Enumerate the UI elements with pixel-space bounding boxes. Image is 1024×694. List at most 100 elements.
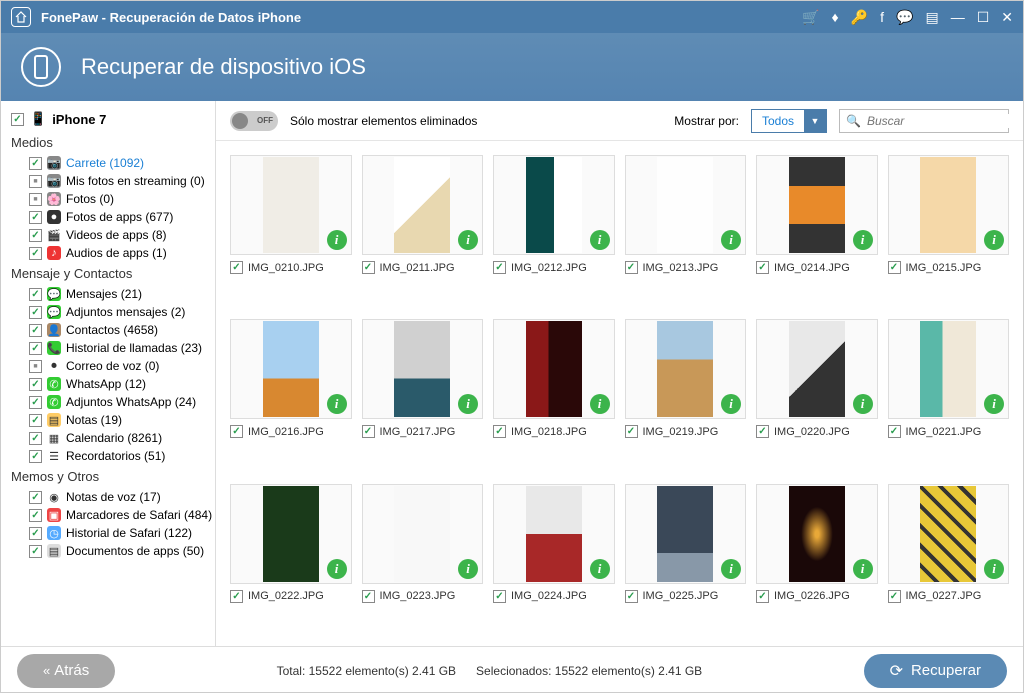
info-icon[interactable]: i <box>853 559 873 579</box>
checkbox[interactable] <box>29 211 42 224</box>
thumbnail-checkbox[interactable] <box>493 261 506 274</box>
info-icon[interactable]: i <box>327 230 347 250</box>
thumbnail-card[interactable]: iIMG_0215.JPG <box>888 155 1010 303</box>
facebook-icon[interactable]: f <box>880 9 884 25</box>
checkbox[interactable] <box>29 342 42 355</box>
thumbnail-image[interactable]: i <box>230 155 352 255</box>
chat-icon[interactable]: 💬 <box>896 9 913 26</box>
thumbnail-checkbox[interactable] <box>888 261 901 274</box>
thumbnail-image[interactable]: i <box>756 319 878 419</box>
info-icon[interactable]: i <box>984 559 1004 579</box>
thumbnail-image[interactable]: i <box>493 484 615 584</box>
thumbnail-card[interactable]: iIMG_0223.JPG <box>362 484 484 632</box>
checkbox[interactable] <box>29 491 42 504</box>
checkbox[interactable] <box>29 288 42 301</box>
checkbox[interactable] <box>29 545 42 558</box>
thumbnail-checkbox[interactable] <box>888 590 901 603</box>
checkbox[interactable] <box>29 175 42 188</box>
info-icon[interactable]: i <box>458 394 478 414</box>
thumbnail-card[interactable]: iIMG_0212.JPG <box>493 155 615 303</box>
thumbnail-card[interactable]: iIMG_0220.JPG <box>756 319 878 467</box>
sidebar-item[interactable]: ✆WhatsApp (12) <box>1 375 215 393</box>
sidebar-item[interactable]: ▣Marcadores de Safari (484) <box>1 506 215 524</box>
checkbox[interactable] <box>29 193 42 206</box>
back-button[interactable]: « Atrás <box>17 654 115 688</box>
sidebar-item[interactable]: ♪Audios de apps (1) <box>1 244 215 262</box>
sidebar-item[interactable]: ⏺Correo de voz (0) <box>1 357 215 375</box>
home-icon[interactable] <box>11 7 31 27</box>
sidebar-item[interactable]: 👤Contactos (4658) <box>1 321 215 339</box>
thumbnail-checkbox[interactable] <box>493 425 506 438</box>
info-icon[interactable]: i <box>984 230 1004 250</box>
diamond-icon[interactable]: ♦ <box>832 9 839 25</box>
checkbox[interactable] <box>29 229 42 242</box>
thumbnail-checkbox[interactable] <box>756 261 769 274</box>
recover-button[interactable]: ⟳ Recuperar <box>864 654 1007 688</box>
maximize-icon[interactable]: ☐ <box>977 9 990 26</box>
sidebar-item[interactable]: ◷Historial de Safari (122) <box>1 524 215 542</box>
checkbox[interactable] <box>29 247 42 260</box>
thumbnail-card[interactable]: iIMG_0221.JPG <box>888 319 1010 467</box>
thumbnail-checkbox[interactable] <box>362 261 375 274</box>
sidebar-item[interactable]: 📷Carrete (1092) <box>1 154 215 172</box>
thumbnail-image[interactable]: i <box>888 319 1010 419</box>
info-icon[interactable]: i <box>590 559 610 579</box>
thumbnail-checkbox[interactable] <box>888 425 901 438</box>
info-icon[interactable]: i <box>721 394 741 414</box>
thumbnail-card[interactable]: iIMG_0227.JPG <box>888 484 1010 632</box>
cart-icon[interactable]: 🛒 <box>802 9 819 26</box>
thumbnail-image[interactable]: i <box>888 155 1010 255</box>
thumbnail-card[interactable]: iIMG_0216.JPG <box>230 319 352 467</box>
info-icon[interactable]: i <box>590 230 610 250</box>
info-icon[interactable]: i <box>721 230 741 250</box>
thumbnail-checkbox[interactable] <box>362 590 375 603</box>
sidebar-item[interactable]: ▤Notas (19) <box>1 411 215 429</box>
thumbnail-image[interactable]: i <box>230 319 352 419</box>
info-icon[interactable]: i <box>458 230 478 250</box>
thumbnail-checkbox[interactable] <box>625 425 638 438</box>
thumbnail-image[interactable]: i <box>230 484 352 584</box>
deleted-only-toggle[interactable]: OFF <box>230 111 278 131</box>
thumbnail-image[interactable]: i <box>625 319 747 419</box>
thumbnail-card[interactable]: iIMG_0211.JPG <box>362 155 484 303</box>
info-icon[interactable]: i <box>721 559 741 579</box>
checkbox[interactable] <box>29 432 42 445</box>
thumbnail-card[interactable]: iIMG_0214.JPG <box>756 155 878 303</box>
thumbnail-image[interactable]: i <box>493 155 615 255</box>
sidebar-item[interactable]: 📷Mis fotos en streaming (0) <box>1 172 215 190</box>
key-icon[interactable]: 🔑 <box>851 9 868 26</box>
thumbnail-card[interactable]: iIMG_0226.JPG <box>756 484 878 632</box>
sidebar-item[interactable]: 💬Adjuntos mensajes (2) <box>1 303 215 321</box>
checkbox[interactable] <box>29 396 42 409</box>
thumbnail-image[interactable]: i <box>493 319 615 419</box>
thumbnail-checkbox[interactable] <box>493 590 506 603</box>
thumbnail-checkbox[interactable] <box>362 425 375 438</box>
thumbnail-image[interactable]: i <box>888 484 1010 584</box>
sidebar-item[interactable]: 🎬Videos de apps (8) <box>1 226 215 244</box>
thumbnail-image[interactable]: i <box>756 484 878 584</box>
sidebar-item[interactable]: ✆Adjuntos WhatsApp (24) <box>1 393 215 411</box>
thumbnail-checkbox[interactable] <box>230 261 243 274</box>
feedback-icon[interactable]: ▤ <box>925 9 938 26</box>
checkbox[interactable] <box>29 378 42 391</box>
thumbnail-card[interactable]: iIMG_0217.JPG <box>362 319 484 467</box>
thumbnail-card[interactable]: iIMG_0225.JPG <box>625 484 747 632</box>
thumbnail-image[interactable]: i <box>625 484 747 584</box>
info-icon[interactable]: i <box>853 230 873 250</box>
checkbox[interactable] <box>29 450 42 463</box>
thumbnail-card[interactable]: iIMG_0218.JPG <box>493 319 615 467</box>
thumbnail-card[interactable]: iIMG_0219.JPG <box>625 319 747 467</box>
sidebar-item[interactable]: 🌸Fotos (0) <box>1 190 215 208</box>
search-input[interactable] <box>867 114 1023 128</box>
thumbnail-card[interactable]: iIMG_0210.JPG <box>230 155 352 303</box>
sidebar-item[interactable]: ▦Calendario (8261) <box>1 429 215 447</box>
info-icon[interactable]: i <box>327 559 347 579</box>
checkbox[interactable] <box>29 360 42 373</box>
info-icon[interactable]: i <box>590 394 610 414</box>
checkbox[interactable] <box>29 509 42 522</box>
info-icon[interactable]: i <box>327 394 347 414</box>
thumbnail-checkbox[interactable] <box>625 261 638 274</box>
thumbnail-card[interactable]: iIMG_0213.JPG <box>625 155 747 303</box>
info-icon[interactable]: i <box>853 394 873 414</box>
thumbnail-card[interactable]: iIMG_0224.JPG <box>493 484 615 632</box>
